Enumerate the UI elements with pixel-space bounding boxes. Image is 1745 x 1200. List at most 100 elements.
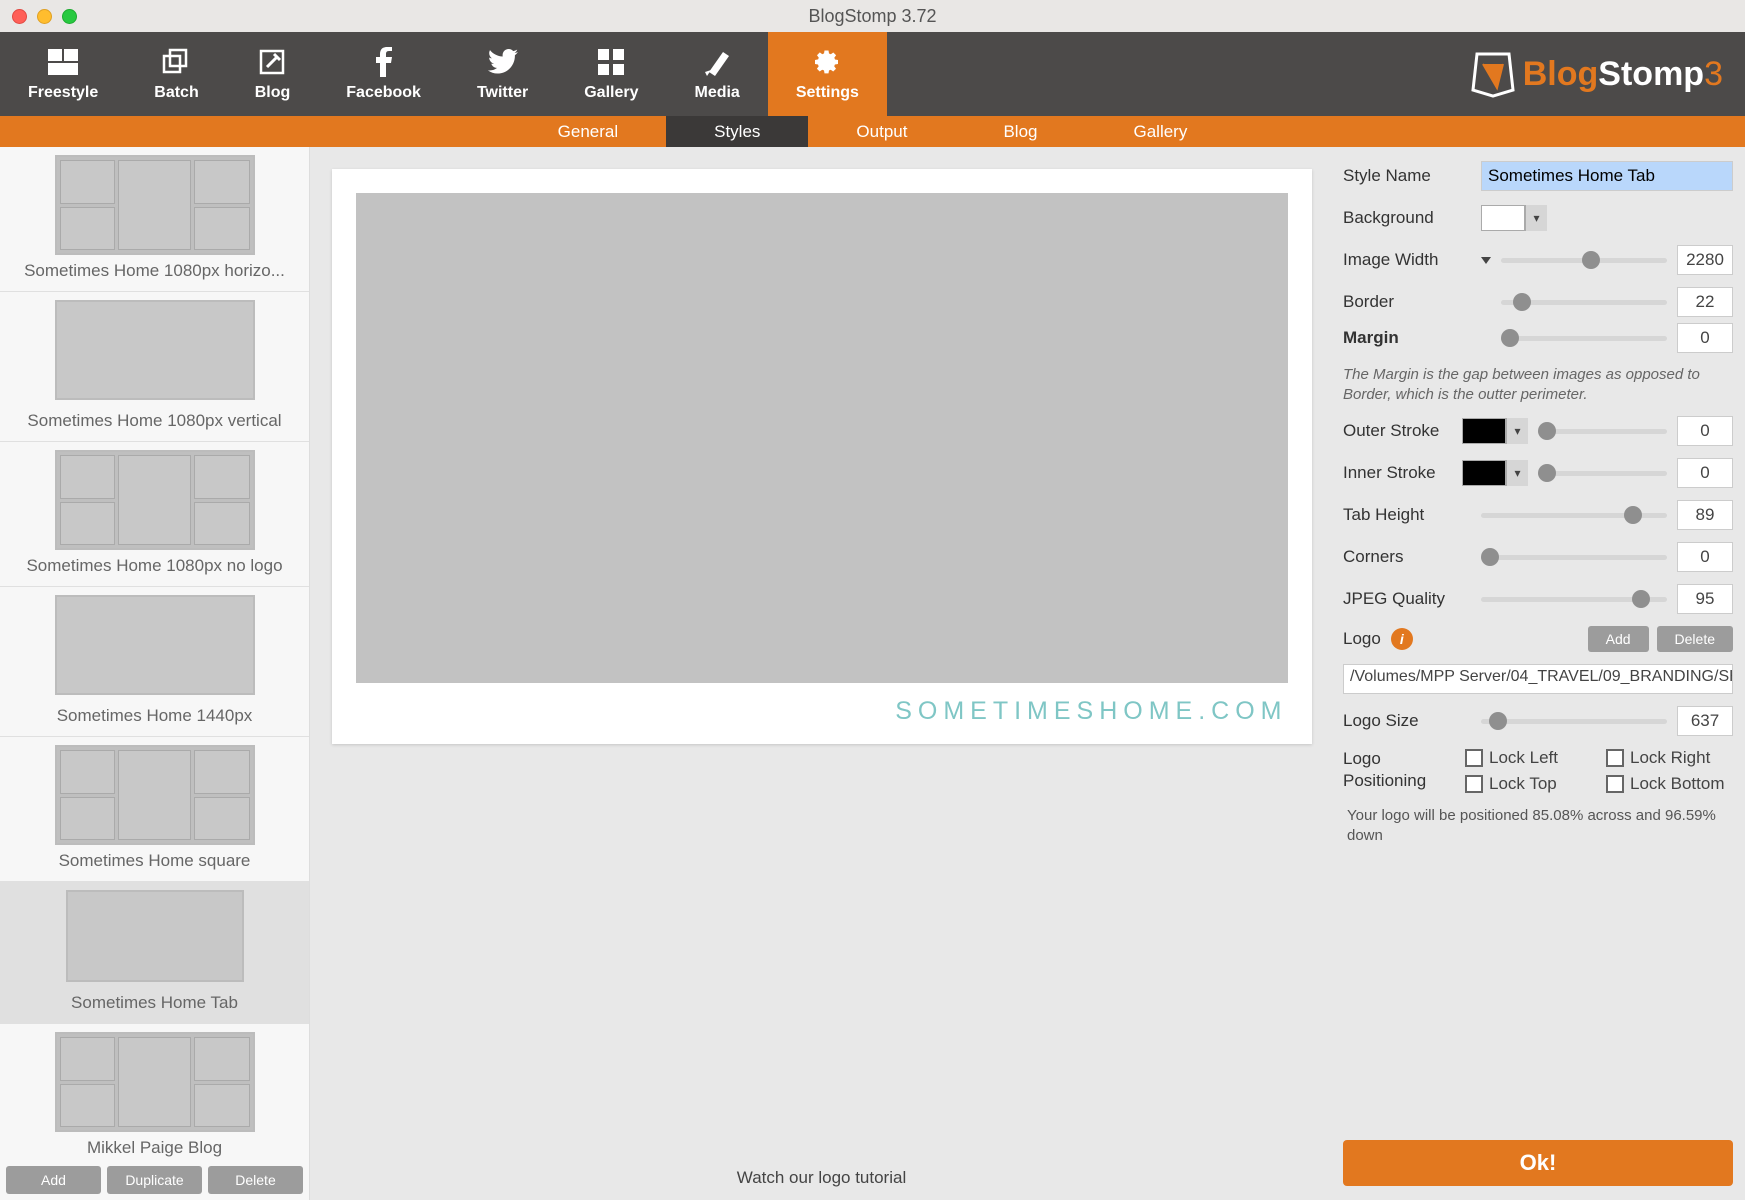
toolbar-label: Gallery — [584, 84, 638, 102]
image-width-slider[interactable] — [1501, 258, 1667, 263]
toolbar-freestyle[interactable]: Freestyle — [0, 32, 126, 116]
style-item[interactable]: Sometimes Home 1440px — [0, 587, 309, 737]
tab-styles[interactable]: Styles — [666, 116, 808, 147]
zoom-window-icon[interactable] — [62, 9, 77, 24]
main-toolbar: Freestyle Batch Blog Facebook Twitter Ga… — [0, 32, 1745, 116]
corners-value[interactable] — [1677, 542, 1733, 572]
tab-height-value[interactable] — [1677, 500, 1733, 530]
settings-panel: Style Name Background ▾ Image Width Bord… — [1333, 147, 1745, 1200]
style-item-label: Sometimes Home 1440px — [0, 706, 309, 726]
style-name-label: Style Name — [1343, 166, 1471, 186]
titlebar: BlogStomp 3.72 — [0, 0, 1745, 32]
duplicate-style-button[interactable]: Duplicate — [107, 1166, 202, 1194]
toolbar-settings[interactable]: Settings — [768, 32, 887, 116]
style-item-label: Sometimes Home square — [0, 851, 309, 871]
margin-value[interactable] — [1677, 323, 1733, 353]
background-color-picker[interactable]: ▾ — [1481, 205, 1547, 231]
logo-label: Logo — [1343, 629, 1381, 649]
tab-gallery[interactable]: Gallery — [1086, 116, 1236, 147]
settings-icon — [811, 46, 843, 78]
info-icon[interactable]: i — [1391, 628, 1413, 650]
facebook-icon — [368, 46, 400, 78]
twitter-icon — [487, 46, 519, 78]
window-controls — [0, 9, 77, 24]
style-item[interactable]: Sometimes Home 1080px horizo... — [0, 147, 309, 292]
sub-tabs: General Styles Output Blog Gallery — [0, 116, 1745, 147]
tutorial-link[interactable]: Watch our logo tutorial — [737, 1168, 906, 1188]
close-window-icon[interactable] — [12, 9, 27, 24]
outer-stroke-value[interactable] — [1677, 416, 1733, 446]
inner-stroke-value[interactable] — [1677, 458, 1733, 488]
chevron-down-icon[interactable]: ▾ — [1525, 205, 1547, 231]
style-item-label: Sometimes Home 1080px horizo... — [0, 261, 309, 281]
logo-add-button[interactable]: Add — [1588, 626, 1649, 652]
style-list-footer: Add Duplicate Delete — [0, 1160, 309, 1200]
image-width-label: Image Width — [1343, 250, 1471, 270]
margin-slider[interactable] — [1501, 336, 1667, 341]
style-item[interactable]: Mikkel Paige Blog — [0, 1024, 309, 1169]
chevron-down-icon[interactable]: ▾ — [1506, 418, 1528, 444]
ok-button[interactable]: Ok! — [1343, 1140, 1733, 1186]
tab-general[interactable]: General — [510, 116, 666, 147]
toolbar-media[interactable]: Media — [666, 32, 767, 116]
outer-stroke-label: Outer Stroke — [1343, 421, 1452, 441]
logo-delete-button[interactable]: Delete — [1657, 626, 1733, 652]
lock-top-checkbox[interactable]: Lock Top — [1465, 774, 1592, 794]
corners-slider[interactable] — [1481, 555, 1667, 560]
color-swatch-black — [1462, 460, 1506, 486]
tab-height-slider[interactable] — [1481, 513, 1667, 518]
inner-stroke-color-picker[interactable]: ▾ — [1462, 460, 1528, 486]
inner-stroke-slider[interactable] — [1538, 471, 1667, 476]
chevron-down-icon[interactable]: ▾ — [1506, 460, 1528, 486]
style-list[interactable]: Sometimes Home 1080px horizo... Sometime… — [0, 147, 310, 1200]
toolbar-facebook[interactable]: Facebook — [318, 32, 449, 116]
logo-size-value[interactable] — [1677, 706, 1733, 736]
lock-left-checkbox[interactable]: Lock Left — [1465, 748, 1592, 768]
inner-stroke-label: Inner Stroke — [1343, 463, 1452, 483]
tab-output[interactable]: Output — [808, 116, 955, 147]
corners-label: Corners — [1343, 547, 1471, 567]
outer-stroke-color-picker[interactable]: ▾ — [1462, 418, 1528, 444]
logo-mark-icon — [1469, 50, 1517, 98]
style-name-input[interactable] — [1481, 161, 1733, 191]
minimize-window-icon[interactable] — [37, 9, 52, 24]
batch-icon — [160, 46, 192, 78]
app-logo: BlogStomp3 — [1469, 32, 1745, 116]
media-icon — [701, 46, 733, 78]
preview-canvas: SOMETIMESHOME.COM — [332, 169, 1312, 744]
outer-stroke-slider[interactable] — [1538, 429, 1667, 434]
jpeg-quality-label: JPEG Quality — [1343, 589, 1471, 609]
toolbar-batch[interactable]: Batch — [126, 32, 226, 116]
logo-size-label: Logo Size — [1343, 711, 1471, 731]
style-item-label: Sometimes Home 1080px vertical — [0, 411, 309, 431]
style-item[interactable]: Sometimes Home 1080px vertical — [0, 292, 309, 442]
background-label: Background — [1343, 208, 1471, 228]
border-label: Border — [1343, 292, 1471, 312]
jpeg-quality-slider[interactable] — [1481, 597, 1667, 602]
style-item[interactable]: Sometimes Home square — [0, 737, 309, 882]
lock-bottom-checkbox[interactable]: Lock Bottom — [1606, 774, 1733, 794]
style-item[interactable]: Sometimes Home 1080px no logo — [0, 442, 309, 587]
margin-hint: The Margin is the gap between images as … — [1343, 365, 1733, 404]
logo-path-field[interactable]: /Volumes/MPP Server/04_TRAVEL/09_BRANDIN… — [1343, 664, 1733, 694]
toolbar-blog[interactable]: Blog — [227, 32, 319, 116]
toolbar-label: Media — [694, 84, 739, 102]
dropdown-icon[interactable] — [1481, 257, 1491, 264]
logo-positioning-label: Logo Positioning — [1343, 748, 1453, 792]
delete-style-button[interactable]: Delete — [208, 1166, 303, 1194]
tab-blog[interactable]: Blog — [955, 116, 1085, 147]
lock-right-checkbox[interactable]: Lock Right — [1606, 748, 1733, 768]
border-slider[interactable] — [1501, 300, 1667, 305]
toolbar-twitter[interactable]: Twitter — [449, 32, 556, 116]
style-item-selected[interactable]: Sometimes Home Tab — [0, 882, 309, 1024]
preview-watermark: SOMETIMESHOME.COM — [356, 697, 1288, 726]
image-width-value[interactable] — [1677, 245, 1733, 275]
jpeg-quality-value[interactable] — [1677, 584, 1733, 614]
blog-icon — [256, 46, 288, 78]
logo-size-slider[interactable] — [1481, 719, 1667, 724]
toolbar-label: Blog — [255, 84, 291, 102]
add-style-button[interactable]: Add — [6, 1166, 101, 1194]
toolbar-gallery[interactable]: Gallery — [556, 32, 666, 116]
border-value[interactable] — [1677, 287, 1733, 317]
toolbar-label: Batch — [154, 84, 198, 102]
